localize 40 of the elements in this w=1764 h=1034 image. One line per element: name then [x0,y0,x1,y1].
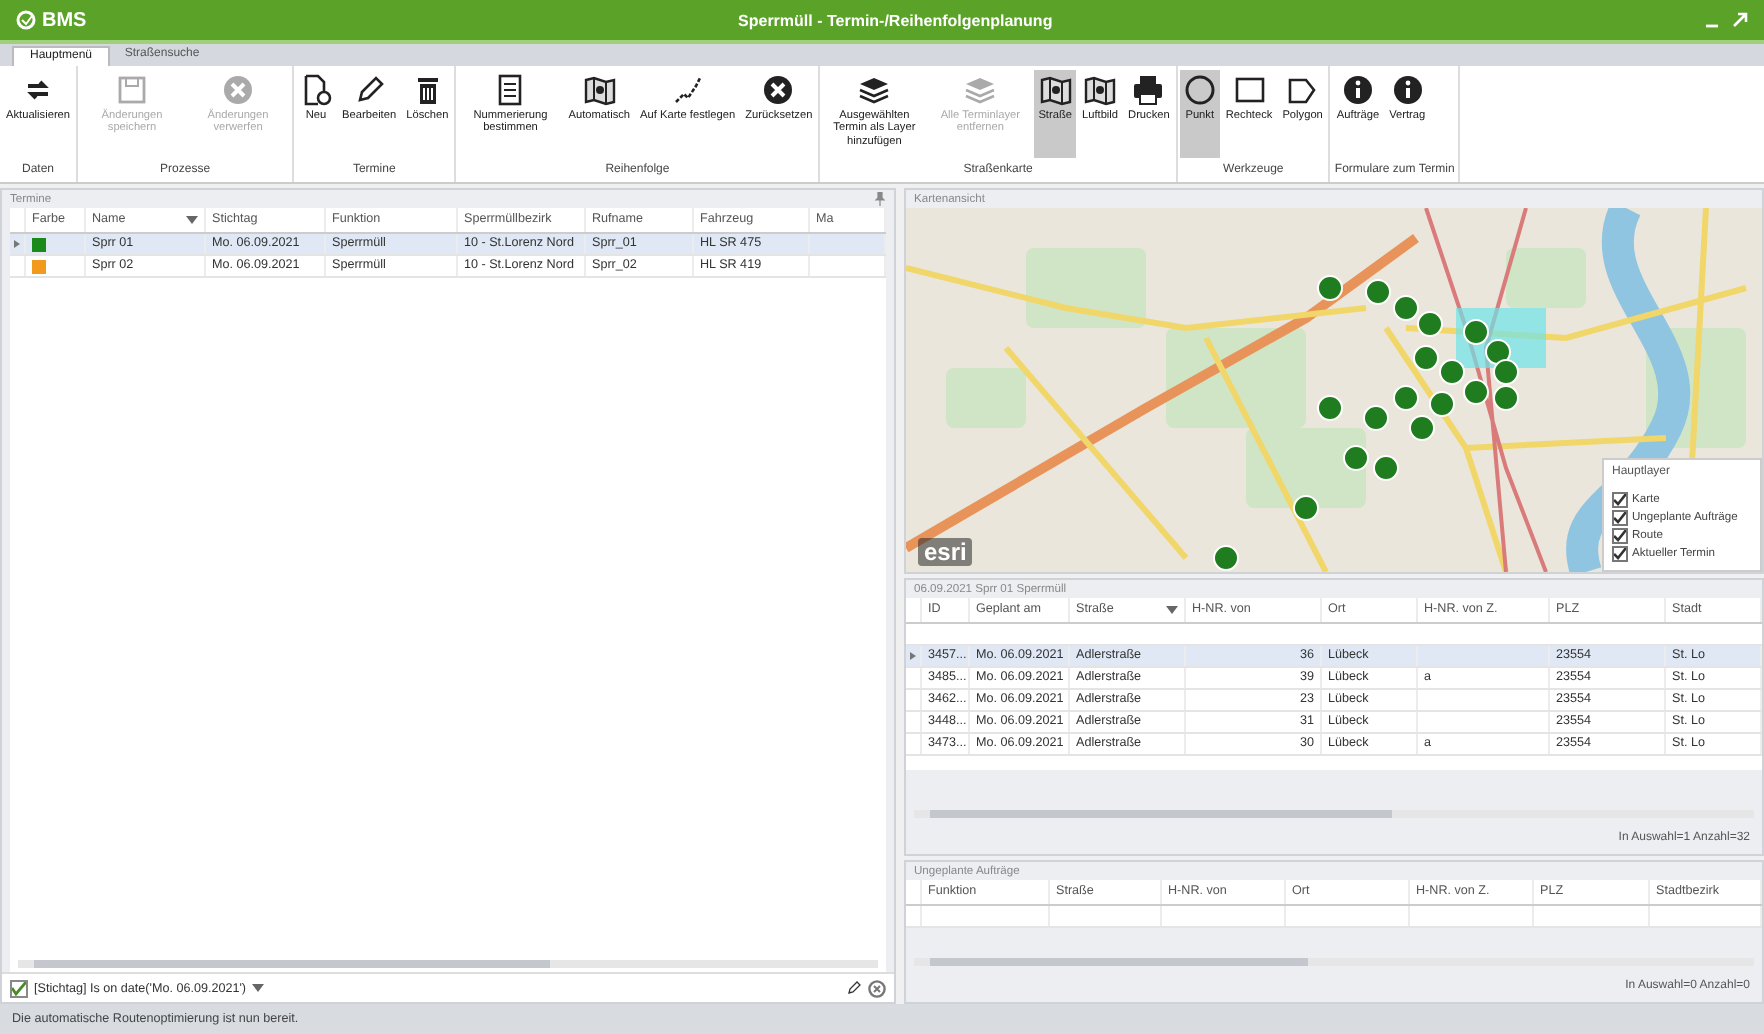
checkbox[interactable] [1612,491,1628,507]
stack-icon [858,74,891,106]
checkbox[interactable] [1612,509,1628,525]
printer-icon [1132,74,1165,106]
list-document-icon [494,74,527,106]
map-attribution: esri [918,538,973,566]
checkbox[interactable] [1612,527,1628,543]
circle-icon [1183,74,1216,106]
stack-icon [964,74,997,106]
map-icon [1039,74,1072,106]
horizontal-scrollbar[interactable] [914,810,1754,818]
map-icon [583,74,616,106]
app-logo: BMS [42,9,87,31]
horizontal-scrollbar[interactable] [18,960,878,968]
close-circle-icon[interactable] [868,979,886,997]
horizontal-scrollbar[interactable] [914,958,1754,966]
pin-icon[interactable] [874,192,886,206]
close-circle-icon [762,74,795,106]
window-title: Sperrmüll - Termin-/Reihenfolgenplanung [736,11,1055,29]
checkbox[interactable] [1612,545,1628,561]
close-circle-icon [222,74,255,106]
pentagon-icon [1286,74,1319,106]
checkmark-icon [12,981,26,995]
maximize-icon[interactable] [1732,12,1748,28]
logo-icon [16,10,36,30]
rectangle-icon [1233,74,1266,106]
map-icon [1084,74,1116,106]
info-icon [1391,74,1424,106]
sort-arrow-icon[interactable] [186,216,198,224]
checkbox[interactable] [10,979,28,997]
pencil-icon [846,980,862,996]
route-icon [671,74,704,106]
row-indicator-icon [14,240,20,248]
sort-arrow-icon[interactable] [1166,606,1178,614]
new-document-icon [300,74,333,106]
info-icon [1342,74,1374,106]
street-map-drawing[interactable] [906,208,1762,572]
caret-icon[interactable] [252,984,265,992]
pencil-icon [353,74,386,106]
row-indicator-icon [910,652,916,660]
